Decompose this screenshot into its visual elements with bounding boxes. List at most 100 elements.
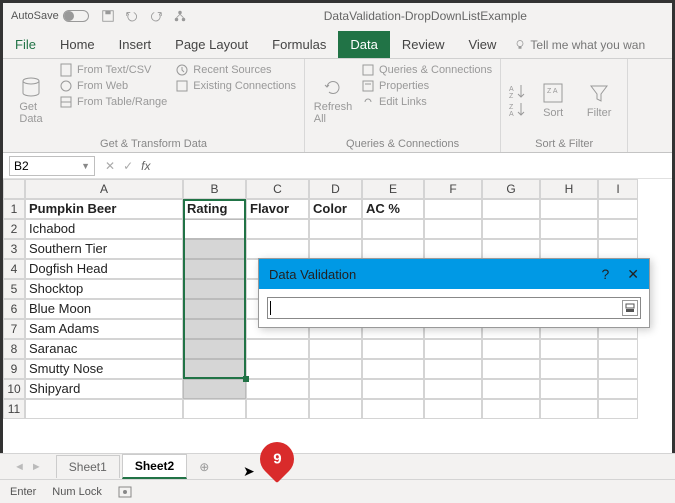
- row-header[interactable]: 8: [3, 339, 25, 359]
- cell[interactable]: Dogfish Head: [25, 259, 183, 279]
- col-header[interactable]: I: [598, 179, 638, 199]
- cell[interactable]: Shipyard: [25, 379, 183, 399]
- sheet-nav-prev-icon[interactable]: ◄: [14, 461, 25, 473]
- cell[interactable]: [482, 239, 540, 259]
- cell[interactable]: [362, 239, 424, 259]
- cell[interactable]: [246, 339, 309, 359]
- cell[interactable]: [183, 339, 246, 359]
- row-header[interactable]: 6: [3, 299, 25, 319]
- cell[interactable]: [362, 219, 424, 239]
- cell[interactable]: [246, 359, 309, 379]
- existing-connections-button[interactable]: Existing Connections: [175, 79, 296, 93]
- edit-links-button[interactable]: Edit Links: [361, 95, 492, 109]
- col-header[interactable]: E: [362, 179, 424, 199]
- cell[interactable]: [424, 379, 482, 399]
- fill-handle[interactable]: [243, 376, 249, 382]
- tab-view[interactable]: View: [456, 31, 508, 58]
- cell[interactable]: [183, 239, 246, 259]
- cell[interactable]: [246, 379, 309, 399]
- cell[interactable]: [598, 239, 638, 259]
- cell[interactable]: [309, 339, 362, 359]
- cell[interactable]: [424, 199, 482, 219]
- formula-input[interactable]: [160, 165, 672, 167]
- cell[interactable]: Flavor: [246, 199, 309, 219]
- cell[interactable]: [598, 219, 638, 239]
- row-header[interactable]: 9: [3, 359, 25, 379]
- cell[interactable]: Blue Moon: [25, 299, 183, 319]
- cell[interactable]: [598, 379, 638, 399]
- dialog-title-bar[interactable]: Data Validation ? ✕: [259, 259, 649, 289]
- row-header[interactable]: 5: [3, 279, 25, 299]
- cell[interactable]: [540, 239, 598, 259]
- cell[interactable]: Smutty Nose: [25, 359, 183, 379]
- cell[interactable]: [25, 399, 183, 419]
- data-validation-dialog[interactable]: Data Validation ? ✕: [258, 258, 650, 328]
- cell[interactable]: [482, 359, 540, 379]
- cell[interactable]: Southern Tier: [25, 239, 183, 259]
- cell[interactable]: [482, 199, 540, 219]
- cell[interactable]: Shocktop: [25, 279, 183, 299]
- select-all-corner[interactable]: [3, 179, 25, 199]
- name-box[interactable]: B2 ▼: [9, 156, 95, 176]
- cell[interactable]: [362, 399, 424, 419]
- cell[interactable]: [309, 399, 362, 419]
- cell[interactable]: [482, 379, 540, 399]
- cell[interactable]: [598, 399, 638, 419]
- cell[interactable]: [183, 279, 246, 299]
- add-sheet-button[interactable]: ⊕: [199, 460, 209, 474]
- cell[interactable]: [540, 219, 598, 239]
- cell[interactable]: [362, 359, 424, 379]
- help-icon[interactable]: ?: [601, 266, 609, 283]
- cell[interactable]: [598, 359, 638, 379]
- cell[interactable]: [424, 359, 482, 379]
- cell[interactable]: [183, 259, 246, 279]
- row-header[interactable]: 11: [3, 399, 25, 419]
- sheet-nav-next-icon[interactable]: ►: [31, 461, 42, 473]
- col-header[interactable]: G: [482, 179, 540, 199]
- col-header[interactable]: F: [424, 179, 482, 199]
- cell[interactable]: [183, 399, 246, 419]
- cell[interactable]: AC %: [362, 199, 424, 219]
- col-header[interactable]: D: [309, 179, 362, 199]
- from-web-button[interactable]: From Web: [59, 79, 167, 93]
- col-header[interactable]: B: [183, 179, 246, 199]
- cell[interactable]: Saranac: [25, 339, 183, 359]
- cell[interactable]: [246, 239, 309, 259]
- macro-record-icon[interactable]: [118, 486, 132, 498]
- cell[interactable]: [246, 219, 309, 239]
- tab-file[interactable]: File: [3, 31, 48, 58]
- refresh-all-button[interactable]: Refresh All: [313, 63, 353, 136]
- cell[interactable]: [183, 319, 246, 339]
- cell[interactable]: [482, 219, 540, 239]
- cell[interactable]: [482, 339, 540, 359]
- filter-button[interactable]: Filter: [579, 81, 619, 119]
- cell[interactable]: [183, 219, 246, 239]
- cell[interactable]: [424, 239, 482, 259]
- cell[interactable]: [424, 339, 482, 359]
- tab-home[interactable]: Home: [48, 31, 107, 58]
- cancel-formula-icon[interactable]: ✕: [105, 159, 115, 173]
- cell[interactable]: [183, 359, 246, 379]
- sheet-tab-sheet1[interactable]: Sheet1: [56, 455, 120, 478]
- redo-icon[interactable]: [149, 9, 163, 23]
- tab-data[interactable]: Data: [338, 31, 389, 58]
- tab-formulas[interactable]: Formulas: [260, 31, 338, 58]
- cell[interactable]: [598, 199, 638, 219]
- get-data-button[interactable]: Get Data: [11, 63, 51, 136]
- row-header[interactable]: 7: [3, 319, 25, 339]
- save-icon[interactable]: [101, 9, 115, 23]
- col-header[interactable]: C: [246, 179, 309, 199]
- cell[interactable]: [424, 399, 482, 419]
- cell[interactable]: [424, 219, 482, 239]
- queries-connections-button[interactable]: Queries & Connections: [361, 63, 492, 77]
- close-icon[interactable]: ✕: [627, 266, 639, 283]
- cell[interactable]: Rating: [183, 199, 246, 219]
- cell[interactable]: [540, 379, 598, 399]
- sheet-tab-sheet2[interactable]: Sheet2: [122, 454, 187, 479]
- row-header[interactable]: 4: [3, 259, 25, 279]
- fx-icon[interactable]: fx: [141, 159, 150, 173]
- cell[interactable]: [309, 219, 362, 239]
- cell[interactable]: [309, 379, 362, 399]
- cell[interactable]: [598, 339, 638, 359]
- cell[interactable]: [183, 379, 246, 399]
